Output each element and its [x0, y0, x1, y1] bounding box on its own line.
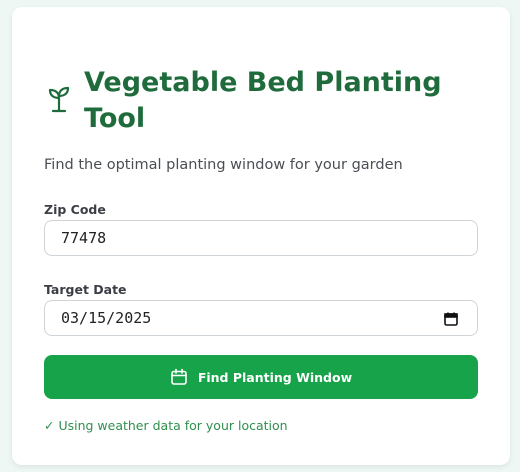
find-planting-window-label: Find Planting Window — [197, 369, 353, 385]
zip-code-input[interactable]: 77478 — [44, 220, 478, 256]
calendar-icon — [170, 368, 188, 386]
header: Vegetable Bed Planting Tool — [44, 65, 464, 137]
status-message: ✓ Using weather data for your location — [44, 418, 288, 433]
calendar-picker-icon[interactable] — [443, 311, 459, 327]
target-date-label: Target Date — [44, 282, 127, 297]
find-planting-window-button[interactable]: Find Planting Window — [44, 355, 478, 399]
zip-code-value: 77478 — [61, 229, 107, 247]
target-date-input[interactable]: 03/15/2025 — [44, 300, 478, 336]
target-date-value: 03/15/2025 — [61, 309, 152, 327]
planting-tool-card: Vegetable Bed Planting Tool Find the opt… — [12, 7, 510, 465]
page-title: Vegetable Bed Planting Tool — [84, 67, 442, 134]
zip-code-label: Zip Code — [44, 202, 106, 217]
page-subtitle: Find the optimal planting window for you… — [44, 157, 403, 173]
sprout-icon — [44, 79, 74, 119]
